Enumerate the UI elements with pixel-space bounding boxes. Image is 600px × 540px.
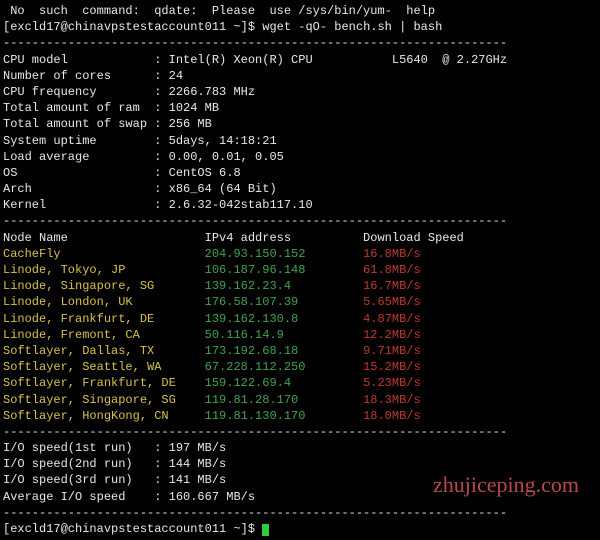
sysinfo-row: Load average : 0.00, 0.01, 0.05 [3, 149, 597, 165]
shell-prompt-line[interactable]: [excld17@chinavpstestaccount011 ~]$ [3, 521, 597, 537]
node-ip: 106.187.96.148 [205, 263, 363, 277]
prompt-user-host: [excld17@chinavpstestaccount011 ~]$ [3, 522, 255, 536]
speed-table-row: Softlayer, Dallas, TX 173.192.68.18 9.71… [3, 343, 597, 359]
node-speed: 16.7MB/s [363, 279, 421, 293]
sysinfo-row: Total amount of ram : 1024 MB [3, 100, 597, 116]
node-name: Linode, London, UK [3, 295, 205, 309]
speed-table-row: Softlayer, Singapore, SG 119.81.28.170 1… [3, 392, 597, 408]
terminal-cursor [262, 524, 269, 536]
sysinfo-row: Kernel : 2.6.32-042stab117.10 [3, 197, 597, 213]
io-row: I/O speed(1st run) : 197 MB/s [3, 440, 597, 456]
node-name: Softlayer, HongKong, CN [3, 409, 205, 423]
sysinfo-row: Arch : x86_64 (64 Bit) [3, 181, 597, 197]
node-speed: 12.2MB/s [363, 328, 421, 342]
node-ip: 176.58.107.39 [205, 295, 363, 309]
node-name: Linode, Singapore, SG [3, 279, 205, 293]
system-info-block: CPU model : Intel(R) Xeon(R) CPU L5640 @… [3, 52, 597, 214]
node-name: Softlayer, Dallas, TX [3, 344, 205, 358]
speed-table-row: Softlayer, HongKong, CN 119.81.130.170 1… [3, 408, 597, 424]
node-speed: 15.2MB/s [363, 360, 421, 374]
prompt-command: wget -qO- bench.sh | bash [262, 20, 442, 34]
node-name: Linode, Fremont, CA [3, 328, 205, 342]
node-ip: 119.81.130.170 [205, 409, 363, 423]
prompt-user-host: [excld17@chinavpstestaccount011 ~]$ [3, 20, 255, 34]
speed-table-row: Linode, Singapore, SG 139.162.23.4 16.7M… [3, 278, 597, 294]
node-ip: 139.162.23.4 [205, 279, 363, 293]
divider-line: ----------------------------------------… [3, 35, 597, 51]
terminal-truncated-line: No such command: qdate: Please use /sys/… [3, 3, 597, 19]
speed-table-header: Node Name IPv4 address Download Speed [3, 230, 597, 246]
node-ip: 50.116.14.9 [205, 328, 363, 342]
speed-table-row: CacheFly 204.93.150.152 16.8MB/s [3, 246, 597, 262]
speed-table-row: Softlayer, Seattle, WA 67.228.112.250 15… [3, 359, 597, 375]
node-speed: 18.0MB/s [363, 409, 421, 423]
sysinfo-row: CPU frequency : 2266.783 MHz [3, 84, 597, 100]
speed-table-row: Linode, London, UK 176.58.107.39 5.65MB/… [3, 294, 597, 310]
shell-prompt-line[interactable]: [excld17@chinavpstestaccount011 ~]$ wget… [3, 19, 597, 35]
io-row: Average I/O speed : 160.667 MB/s [3, 489, 597, 505]
sysinfo-row: OS : CentOS 6.8 [3, 165, 597, 181]
io-row: I/O speed(2nd run) : 144 MB/s [3, 456, 597, 472]
node-name: Linode, Frankfurt, DE [3, 312, 205, 326]
sysinfo-row: CPU model : Intel(R) Xeon(R) CPU L5640 @… [3, 52, 597, 68]
io-row: I/O speed(3rd run) : 141 MB/s [3, 472, 597, 488]
node-ip: 204.93.150.152 [205, 247, 363, 261]
node-ip: 67.228.112.250 [205, 360, 363, 374]
node-name: Softlayer, Seattle, WA [3, 360, 205, 374]
divider-line: ----------------------------------------… [3, 424, 597, 440]
sysinfo-row: Total amount of swap : 256 MB [3, 116, 597, 132]
sysinfo-row: System uptime : 5days, 14:18:21 [3, 133, 597, 149]
node-name: Softlayer, Frankfurt, DE [3, 376, 205, 390]
speed-table-row: Linode, Fremont, CA 50.116.14.9 12.2MB/s [3, 327, 597, 343]
node-ip: 139.162.130.8 [205, 312, 363, 326]
node-speed: 5.23MB/s [363, 376, 421, 390]
node-speed: 16.8MB/s [363, 247, 421, 261]
node-ip: 173.192.68.18 [205, 344, 363, 358]
node-ip: 119.81.28.170 [205, 393, 363, 407]
divider-line: ----------------------------------------… [3, 213, 597, 229]
node-speed: 5.65MB/s [363, 295, 421, 309]
io-speed-block: I/O speed(1st run) : 197 MB/sI/O speed(2… [3, 440, 597, 505]
node-speed: 4.87MB/s [363, 312, 421, 326]
node-ip: 159.122.69.4 [205, 376, 363, 390]
speed-table-row: Linode, Tokyo, JP 106.187.96.148 61.8MB/… [3, 262, 597, 278]
speed-table-row: Softlayer, Frankfurt, DE 159.122.69.4 5.… [3, 375, 597, 391]
node-name: CacheFly [3, 247, 205, 261]
node-name: Linode, Tokyo, JP [3, 263, 205, 277]
node-speed: 18.3MB/s [363, 393, 421, 407]
node-name: Softlayer, Singapore, SG [3, 393, 205, 407]
node-speed: 61.8MB/s [363, 263, 421, 277]
node-speed: 9.71MB/s [363, 344, 421, 358]
sysinfo-row: Number of cores : 24 [3, 68, 597, 84]
speed-table-body: CacheFly 204.93.150.152 16.8MB/sLinode, … [3, 246, 597, 424]
speed-table-row: Linode, Frankfurt, DE 139.162.130.8 4.87… [3, 311, 597, 327]
divider-line: ----------------------------------------… [3, 505, 597, 521]
